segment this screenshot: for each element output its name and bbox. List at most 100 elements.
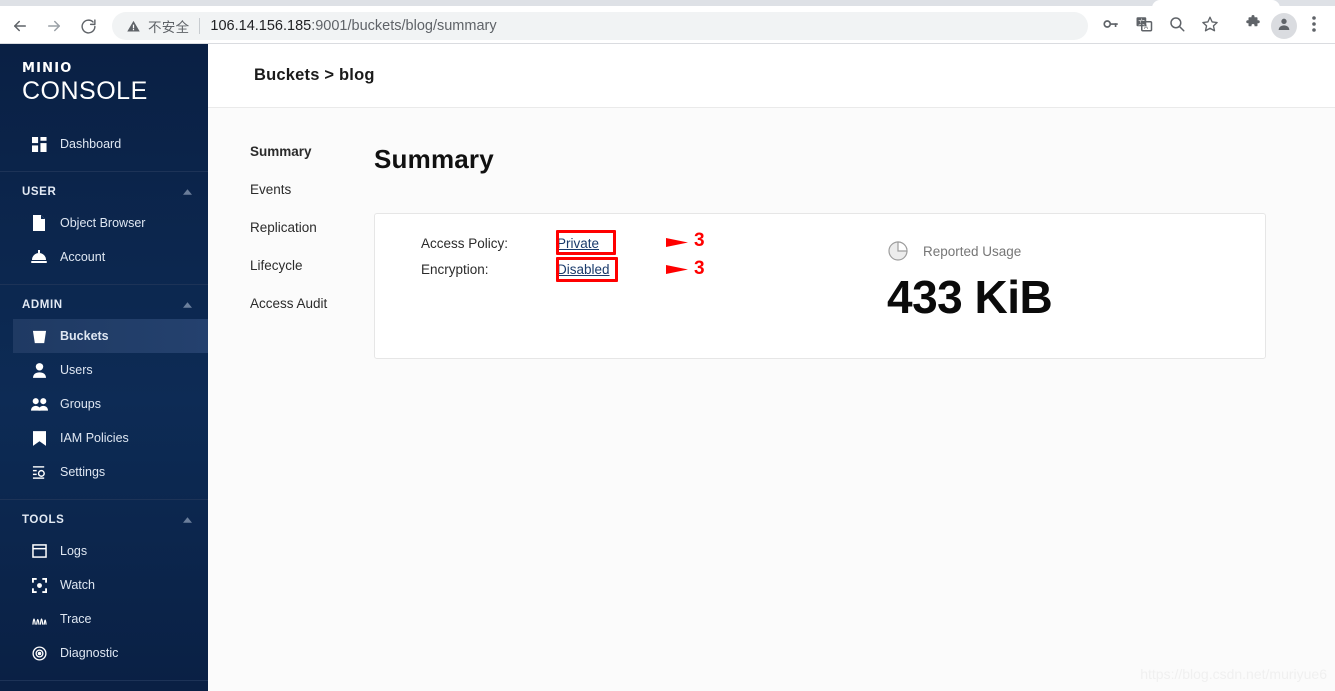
- reported-usage-value: 433 KiB: [887, 271, 1053, 323]
- sidebar-item-label: Account: [60, 250, 106, 264]
- sidebar-item-watch[interactable]: Watch: [0, 568, 208, 602]
- chevron-up-icon[interactable]: [183, 186, 192, 198]
- sidebar-dashboard-label: Dashboard: [60, 137, 122, 151]
- summary-panel: Summary Access Policy: Private Encryptio…: [374, 144, 1335, 359]
- sidebar-group-admin-label: ADMIN: [22, 299, 63, 311]
- security-status-label: 不安全: [148, 20, 190, 36]
- svg-text:A: A: [1144, 24, 1148, 30]
- sidebar-item-object-browser[interactable]: Object Browser: [0, 206, 208, 240]
- chevron-up-icon[interactable]: [183, 299, 192, 311]
- back-arrow-icon: [11, 17, 29, 35]
- sidebar-item-users[interactable]: Users: [0, 353, 208, 387]
- password-key-icon: [1102, 15, 1120, 38]
- annotation-box-access-policy: [556, 230, 616, 255]
- browser-menu-button[interactable]: [1301, 15, 1327, 38]
- sidebar-item-label: Object Browser: [60, 216, 146, 230]
- bookmark-star-icon: [1201, 15, 1219, 38]
- logo-console-text: CONSOLE: [22, 77, 148, 105]
- trace-waves-icon: [30, 610, 48, 628]
- forward-button[interactable]: [40, 12, 68, 40]
- annotation-arrow-encryption: [620, 261, 690, 282]
- sidebar-group-user[interactable]: USER: [0, 172, 208, 206]
- sidebar-item-buckets[interactable]: Buckets: [13, 319, 208, 353]
- sidebar-item-trace[interactable]: Trace: [0, 602, 208, 636]
- profile-button[interactable]: [1271, 13, 1297, 39]
- sidebar-item-dashboard[interactable]: Dashboard: [0, 127, 208, 161]
- annotation-number-access-policy: 3: [694, 230, 705, 251]
- breadcrumb-bar: Buckets > blog: [208, 44, 1335, 108]
- app-logo[interactable]: MINIO CONSOLE: [0, 44, 208, 106]
- sidebar-item-label: IAM Policies: [60, 431, 129, 445]
- sidebar-group-tools[interactable]: TOOLS: [0, 500, 208, 534]
- chevron-up-icon[interactable]: [183, 514, 192, 526]
- tab-summary[interactable]: Summary: [250, 144, 374, 160]
- toolbar-icon-group: 文 A: [1096, 11, 1335, 41]
- bucket-icon: [30, 327, 48, 345]
- annotation-number-encryption: 3: [694, 258, 705, 279]
- back-button[interactable]: [6, 12, 34, 40]
- not-secure-warning-icon[interactable]: [126, 19, 141, 34]
- sidebar-item-label: Trace: [60, 612, 92, 626]
- document-icon: [30, 214, 48, 232]
- sidebar-item-label: Logs: [60, 544, 88, 558]
- sidebar-item-label: Watch: [60, 578, 95, 592]
- sidebar-divider: [0, 680, 208, 681]
- tab-access-audit[interactable]: Access Audit: [250, 296, 374, 312]
- browser-toolbar: 不安全 106.14.156.185:9001/buckets/blog/sum…: [0, 8, 1335, 44]
- reported-usage-header: Reported Usage: [887, 240, 1187, 262]
- settings-gear-icon: [30, 463, 48, 481]
- sidebar-item-label: Diagnostic: [60, 646, 119, 660]
- extensions-puzzle-icon: [1244, 14, 1262, 38]
- watch-target-icon: [30, 576, 48, 594]
- tab-lifecycle[interactable]: Lifecycle: [250, 258, 374, 274]
- reload-icon: [80, 18, 97, 35]
- reported-usage-label: Reported Usage: [923, 243, 1022, 259]
- sidebar-nav: Dashboard USER Object Browser Account AD…: [0, 127, 208, 691]
- reload-button[interactable]: [74, 12, 102, 40]
- translate-button[interactable]: 文 A: [1129, 11, 1159, 41]
- bookmark-icon: [30, 429, 48, 447]
- password-key-button[interactable]: [1096, 11, 1126, 41]
- bookmark-star-button[interactable]: [1195, 11, 1225, 41]
- forward-arrow-icon: [45, 17, 63, 35]
- profile-avatar-icon: [1276, 16, 1292, 37]
- sidebar-item-account[interactable]: Account: [0, 240, 208, 274]
- sidebar-group-tools-label: TOOLS: [22, 514, 65, 526]
- dashboard-grid-icon: [30, 135, 48, 153]
- groups-icon: [30, 395, 48, 413]
- sidebar-item-license[interactable]: License: [0, 687, 208, 691]
- user-icon: [30, 361, 48, 379]
- url-text[interactable]: 106.14.156.185:9001/buckets/blog/summary: [210, 18, 496, 34]
- watermark: https://blog.csdn.net/muriyue6: [1140, 666, 1327, 682]
- extensions-button[interactable]: [1238, 11, 1268, 41]
- translate-icon: 文 A: [1135, 15, 1153, 38]
- sidebar-item-settings[interactable]: Settings: [0, 455, 208, 489]
- access-policy-label: Access Policy:: [421, 236, 509, 251]
- sidebar-item-groups[interactable]: Groups: [0, 387, 208, 421]
- annotation-arrow-access-policy: [618, 234, 690, 255]
- sidebar: MINIO CONSOLE Dashboard USER Object Brow…: [0, 44, 208, 691]
- annotation-box-encryption: [556, 257, 618, 282]
- zoom-search-button[interactable]: [1162, 11, 1192, 41]
- logs-window-icon: [30, 542, 48, 560]
- sidebar-group-user-label: USER: [22, 186, 57, 198]
- sidebar-item-logs[interactable]: Logs: [0, 534, 208, 568]
- diagnostic-pulse-icon: [30, 644, 48, 662]
- bell-service-icon: [30, 248, 48, 266]
- tab-replication[interactable]: Replication: [250, 220, 374, 236]
- tab-events[interactable]: Events: [250, 182, 374, 198]
- sidebar-group-admin[interactable]: ADMIN: [0, 285, 208, 319]
- sidebar-item-iam-policies[interactable]: IAM Policies: [0, 421, 208, 455]
- sidebar-item-label: Groups: [60, 397, 101, 411]
- content-area: Summary Events Replication Lifecycle Acc…: [208, 108, 1335, 359]
- page-title: Summary: [374, 144, 494, 174]
- reported-usage: Reported Usage 433 KiB: [887, 240, 1187, 324]
- omnibox-divider: [199, 18, 201, 34]
- main-content: Buckets > blog Summary Events Replicatio…: [208, 44, 1335, 691]
- breadcrumb[interactable]: Buckets > blog: [254, 66, 375, 85]
- address-bar[interactable]: 不安全 106.14.156.185:9001/buckets/blog/sum…: [112, 12, 1088, 40]
- zoom-search-icon: [1168, 15, 1186, 38]
- sidebar-item-label: Settings: [60, 465, 106, 479]
- pie-chart-icon: [887, 240, 909, 262]
- sidebar-item-diagnostic[interactable]: Diagnostic: [0, 636, 208, 670]
